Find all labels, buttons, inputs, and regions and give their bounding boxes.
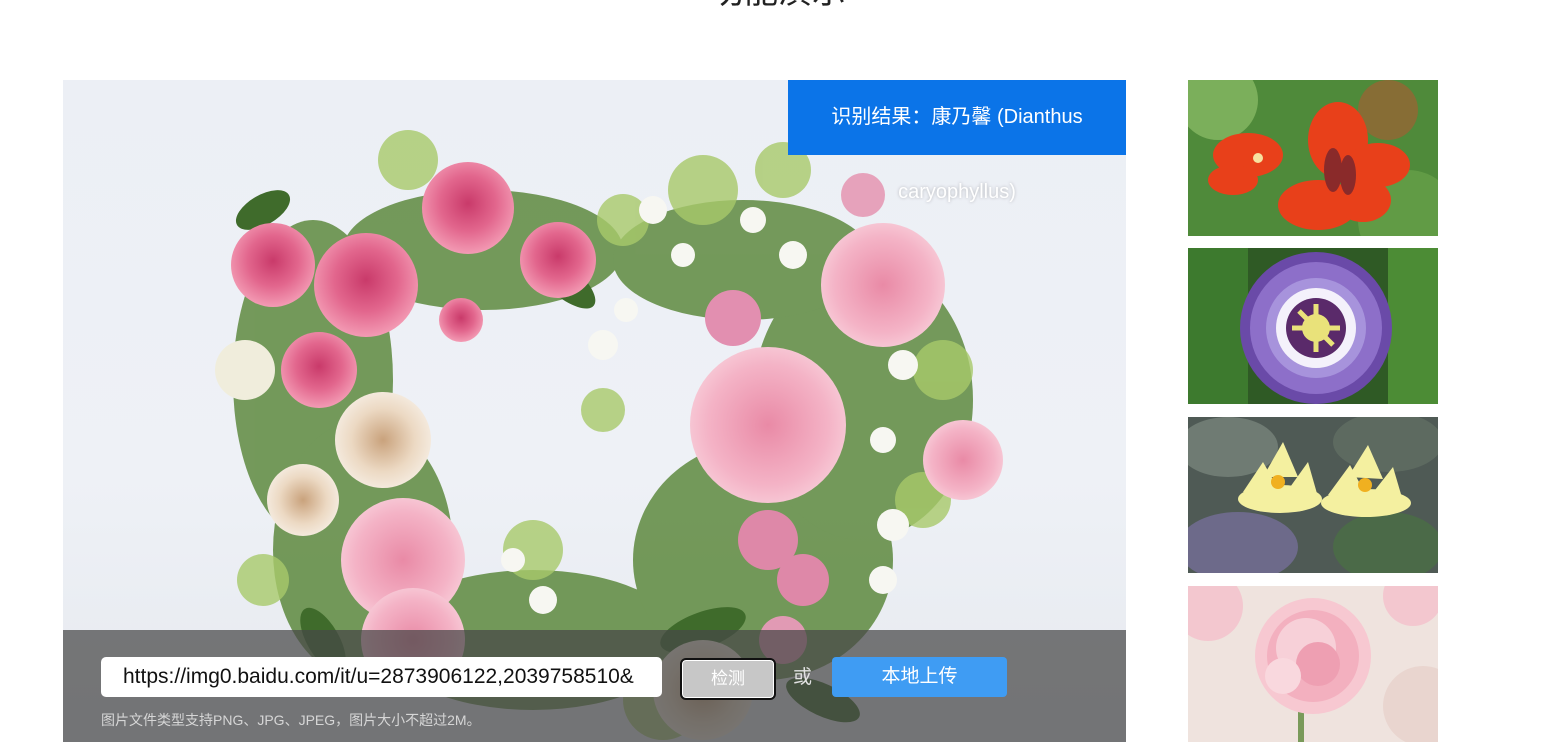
thumbnail-red-flower[interactable] xyxy=(1188,80,1438,236)
demo-image-panel: 识别结果：康乃馨 (Dianthus caryophyllus) https:/… xyxy=(63,80,1126,742)
image-url-input[interactable]: https://img0.baidu.com/it/u=2873906122,2… xyxy=(101,657,662,697)
result-text: 识别结果：康乃馨 (Dianthus xyxy=(831,106,1083,128)
red-flower-image xyxy=(1188,80,1438,236)
thumbnail-passion-flower[interactable] xyxy=(1188,248,1438,404)
water-lily-image xyxy=(1188,417,1438,573)
control-bar: https://img0.baidu.com/it/u=2873906122,2… xyxy=(63,630,1126,742)
result-text-continued: caryophyllus) xyxy=(898,181,1016,203)
local-upload-button[interactable]: 本地上传 xyxy=(832,657,1007,697)
passion-flower-image xyxy=(1188,248,1438,404)
thumbnail-water-lily[interactable] xyxy=(1188,417,1438,573)
or-separator: 或 xyxy=(793,667,813,688)
detect-button[interactable]: 检测 xyxy=(680,658,776,700)
carnation-image xyxy=(1188,586,1438,742)
section-title: 功能演示 xyxy=(0,0,1556,14)
thumbnail-carnation[interactable] xyxy=(1188,586,1438,742)
upload-hint: 图片文件类型支持PNG、JPG、JPEG，图片大小不超过2M。 xyxy=(101,712,481,728)
